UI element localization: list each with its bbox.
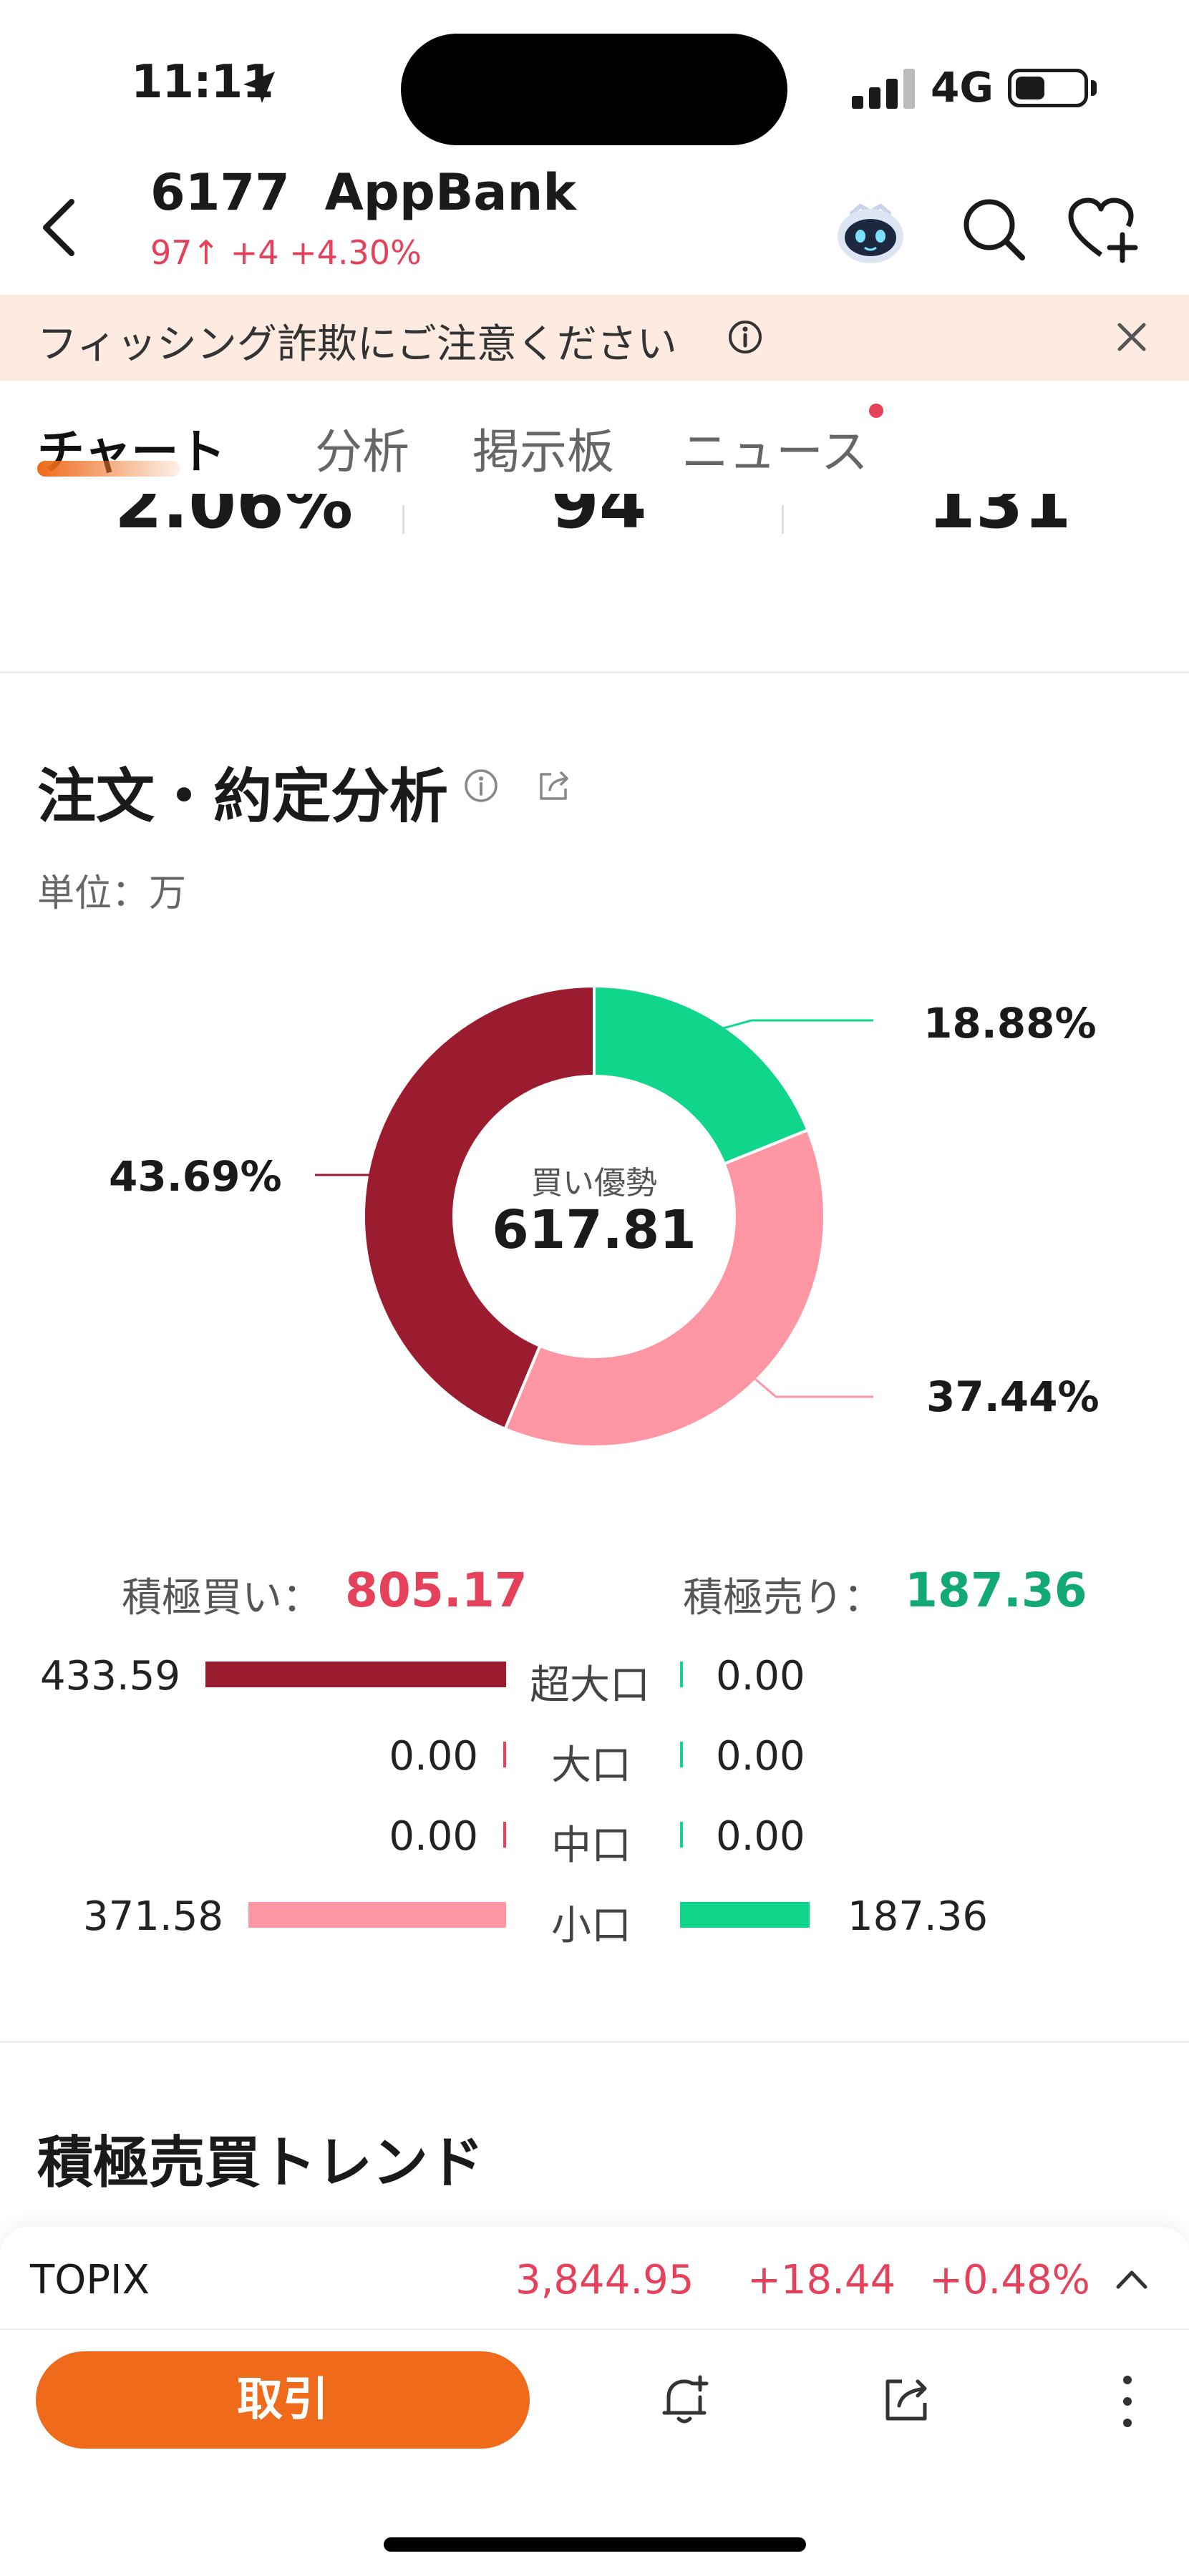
category-label: 小口 [551,1903,631,1949]
index-change: +18.44 [747,2257,896,2303]
battery-tip [1091,80,1097,96]
add-watchlist-icon[interactable] [1067,195,1141,263]
category-label: 超大口 [530,1662,650,1709]
sell-bar [680,1662,683,1687]
sell-bar [680,1742,683,1767]
sell-amount: 0.00 [716,1813,805,1860]
buy-bar [205,1662,506,1687]
category-label: 中口 [551,1823,631,1869]
trade-button[interactable]: 取引 [36,2351,530,2449]
leader-line [752,1376,873,1398]
close-icon[interactable] [1114,319,1150,355]
index-value: 3,844.95 [515,2257,694,2303]
tab-board[interactable]: 掲示板 [472,414,614,482]
buy-amount: 371.58 [83,1893,223,1940]
order-donut-chart: 買い優勢 617.81 [315,984,873,1448]
donut-center-label: 買い優勢 [531,1165,657,1201]
category-label: 大口 [551,1742,631,1789]
index-name: TOPIX [30,2257,150,2303]
slice-label-pink: 37.44% [926,1372,1100,1421]
active-buy-label: 積極買い： [122,1575,322,1621]
leader-line [720,1019,873,1030]
donut-center-value: 617.81 [492,1199,697,1261]
stat-value: 131 [928,494,1072,541]
section-title: 注文・約定分析 [37,763,449,831]
tab-analysis[interactable]: 分析 [315,414,409,482]
active-sell-value: 187.36 [905,1563,1087,1618]
info-icon[interactable] [462,767,500,804]
sell-bar [680,1902,810,1928]
share-icon[interactable] [535,767,573,804]
network-label: 4G [931,63,994,112]
banner-text: フィッシング詐欺にご注意ください [37,321,677,368]
order-breakdown: 433.59 超大口 0.00 0.00 大口 0.00 0.00 中口 0.0… [0,1643,1189,1972]
battery-icon [1008,69,1088,107]
donut-slice [593,984,810,1166]
location-arrow-icon [243,72,275,103]
unit-label: 単位：万 [37,872,187,915]
share-icon[interactable] [879,2373,933,2427]
back-icon[interactable] [31,192,89,263]
slice-label-green: 18.88% [923,999,1097,1048]
sell-bar [680,1822,683,1848]
stats-row: 2.06% 94 131 [0,494,1189,541]
buy-amount: 433.59 [40,1653,180,1699]
tab-news[interactable]: ニュース [681,414,868,482]
stat-value: 2.06% [115,494,354,541]
active-sell-label: 積極売り： [683,1575,883,1621]
stat-value: 94 [551,494,647,541]
info-icon[interactable] [727,319,763,355]
sell-amount: 0.00 [716,1733,805,1780]
home-indicator [384,2537,806,2552]
stat-separator [402,505,404,534]
tab-active-indicator [37,461,180,477]
buy-bar [503,1742,506,1767]
sell-amount: 0.00 [716,1653,805,1699]
robot-assistant-icon[interactable] [830,192,911,272]
more-options-icon[interactable] [1117,2373,1138,2430]
buy-bar [503,1822,506,1848]
index-change-pct: +0.48% [929,2257,1090,2303]
buy-bar [248,1902,506,1928]
sell-amount: 187.36 [848,1893,988,1940]
stat-separator [782,505,784,534]
buy-amount: 0.00 [389,1733,478,1780]
active-buy-value: 805.17 [345,1563,528,1618]
trend-section-title: 積極売買トレンド [37,2131,485,2195]
buy-amount: 0.00 [389,1813,478,1860]
signal-icon [852,69,918,109]
section-divider [0,2041,1189,2043]
section-divider [0,671,1189,673]
slice-label-darkred: 43.69% [109,1152,282,1201]
stock-title: 6177 AppBank [150,163,576,222]
stock-quote: 97↑ +4 +4.30% [150,233,422,272]
chevron-up-icon[interactable] [1114,2267,1150,2291]
news-badge-dot [869,404,883,418]
add-alert-icon[interactable] [659,2373,713,2427]
search-icon[interactable] [959,195,1028,263]
dynamic-island [401,34,787,145]
